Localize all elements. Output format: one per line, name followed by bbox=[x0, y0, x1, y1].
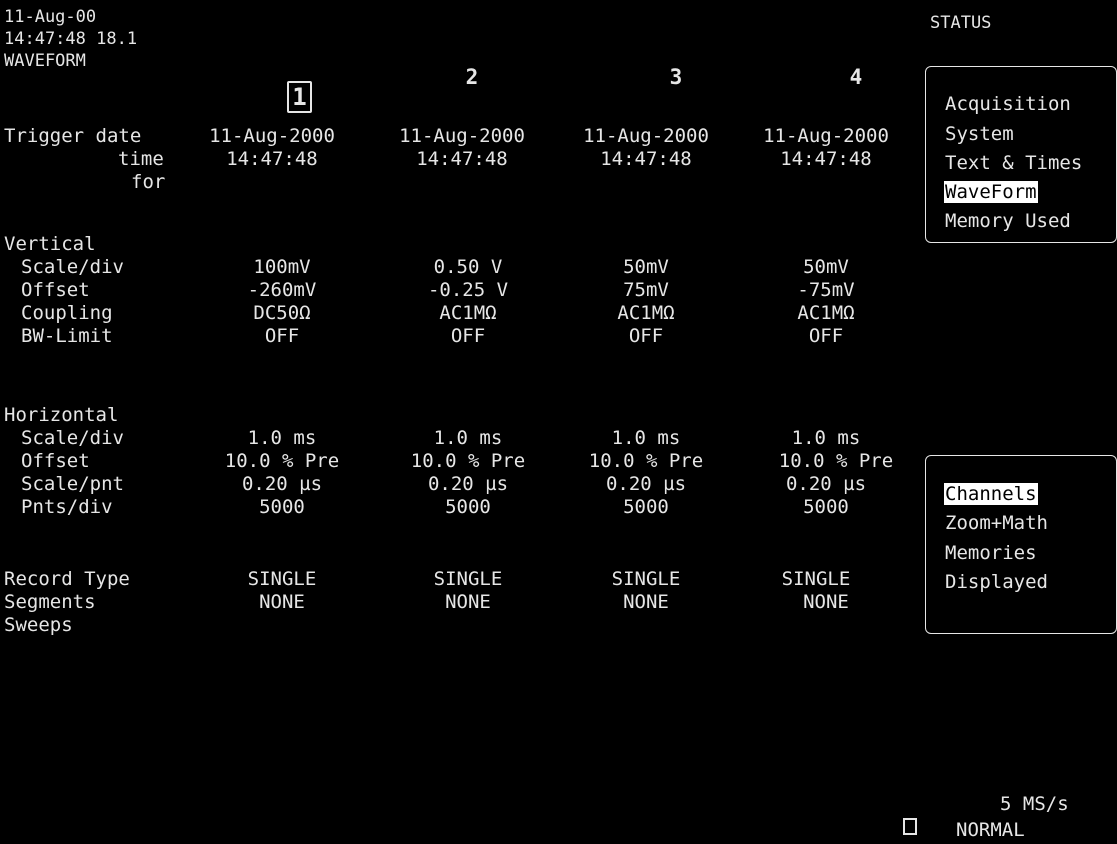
menu-zoom-math[interactable]: Zoom+Math bbox=[945, 512, 1048, 534]
label-trigger-time: time bbox=[118, 148, 164, 170]
value-v-scale: 0.50 V bbox=[433, 256, 503, 278]
value-h-pnts: 5000 bbox=[259, 496, 305, 518]
value-v-offset: 75mV bbox=[623, 279, 669, 301]
section-title: WAVEFORM bbox=[4, 51, 86, 71]
channel-header-3[interactable]: 3 bbox=[596, 66, 756, 88]
value-h-scale: 1.0 ms bbox=[791, 427, 861, 449]
value-trigger-time: 14:47:48 bbox=[416, 148, 508, 170]
label-vertical: Vertical bbox=[4, 233, 96, 255]
value-h-scale: 1.0 ms bbox=[433, 427, 503, 449]
value-trigger-date: 11-Aug-2000 bbox=[583, 125, 709, 147]
trigger-indicator-icon bbox=[903, 818, 917, 835]
value-segments: NONE bbox=[803, 591, 849, 613]
label-sweeps: Sweeps bbox=[4, 614, 73, 636]
menu-system[interactable]: System bbox=[945, 123, 1014, 145]
menu-channels[interactable]: Channels bbox=[944, 483, 1038, 505]
value-h-scale-pnt: 0.20 µs bbox=[241, 473, 323, 495]
value-v-offset: -75mV bbox=[797, 279, 855, 301]
menu-acquisition[interactable]: Acquisition bbox=[945, 93, 1071, 115]
value-trigger-time: 14:47:48 bbox=[780, 148, 872, 170]
channel-header-2[interactable]: 2 bbox=[392, 66, 552, 88]
value-trigger-date: 11-Aug-2000 bbox=[399, 125, 525, 147]
status-title: STATUS bbox=[930, 13, 992, 33]
label-h-offset: Offset bbox=[21, 450, 90, 472]
sample-rate: 5 MS/s bbox=[1000, 793, 1069, 815]
time-readout: 14:47:48 18.1 bbox=[4, 29, 138, 49]
status-menu: Acquisition System Text & Times WaveForm… bbox=[925, 66, 1117, 243]
value-h-offset: 10.0 % Pre bbox=[410, 450, 526, 472]
value-v-coupling: AC1MΩ bbox=[439, 302, 497, 324]
value-segments: NONE bbox=[623, 591, 669, 613]
label-segments: Segments bbox=[4, 591, 96, 613]
value-trigger-time: 14:47:48 bbox=[226, 148, 318, 170]
value-h-pnts: 5000 bbox=[623, 496, 669, 518]
label-v-bw: BW-Limit bbox=[21, 325, 113, 347]
value-record-type: SINGLE bbox=[611, 568, 681, 590]
label-h-scale: Scale/div bbox=[21, 427, 124, 449]
value-segments: NONE bbox=[445, 591, 491, 613]
value-v-bw: OFF bbox=[450, 325, 486, 347]
value-segments: NONE bbox=[259, 591, 305, 613]
value-v-offset: -0.25 V bbox=[427, 279, 509, 301]
value-v-coupling: AC1MΩ bbox=[617, 302, 675, 324]
menu-displayed[interactable]: Displayed bbox=[945, 571, 1048, 593]
value-h-scale: 1.0 ms bbox=[611, 427, 681, 449]
label-trigger-for: for bbox=[131, 171, 166, 193]
label-horizontal: Horizontal bbox=[4, 404, 119, 426]
value-v-scale: 100mV bbox=[253, 256, 311, 278]
value-v-bw: OFF bbox=[264, 325, 300, 347]
menu-text-times[interactable]: Text & Times bbox=[945, 152, 1082, 174]
menu-memory-used[interactable]: Memory Used bbox=[945, 210, 1071, 232]
value-h-offset: 10.0 % Pre bbox=[588, 450, 704, 472]
display-menu: Channels Zoom+Math Memories Displayed bbox=[925, 455, 1117, 634]
value-record-type: SINGLE bbox=[781, 568, 851, 590]
value-h-pnts: 5000 bbox=[803, 496, 849, 518]
value-h-scale-pnt: 0.20 µs bbox=[785, 473, 867, 495]
value-h-offset: 10.0 % Pre bbox=[778, 450, 894, 472]
value-v-bw: OFF bbox=[808, 325, 844, 347]
label-record-type: Record Type bbox=[4, 568, 130, 590]
value-h-offset: 10.0 % Pre bbox=[224, 450, 340, 472]
value-record-type: SINGLE bbox=[247, 568, 317, 590]
channel-header-4[interactable]: 4 bbox=[776, 66, 936, 88]
label-v-offset: Offset bbox=[21, 279, 90, 301]
value-v-coupling: AC1MΩ bbox=[797, 302, 855, 324]
value-v-bw: OFF bbox=[628, 325, 664, 347]
value-trigger-date: 11-Aug-2000 bbox=[763, 125, 889, 147]
value-v-scale: 50mV bbox=[623, 256, 669, 278]
menu-waveform[interactable]: WaveForm bbox=[944, 181, 1038, 203]
value-trigger-time: 14:47:48 bbox=[600, 148, 692, 170]
value-h-scale: 1.0 ms bbox=[247, 427, 317, 449]
value-h-pnts: 5000 bbox=[445, 496, 491, 518]
channel-header-1[interactable]: 1 bbox=[208, 64, 368, 113]
label-v-scale: Scale/div bbox=[21, 256, 124, 278]
value-v-offset: -260mV bbox=[247, 279, 317, 301]
label-trigger-date: Trigger date bbox=[4, 125, 142, 147]
value-h-scale-pnt: 0.20 µs bbox=[605, 473, 687, 495]
value-h-scale-pnt: 0.20 µs bbox=[427, 473, 509, 495]
menu-memories[interactable]: Memories bbox=[945, 542, 1037, 564]
value-v-coupling: DC50Ω bbox=[253, 302, 311, 324]
value-record-type: SINGLE bbox=[433, 568, 503, 590]
value-trigger-date: 11-Aug-2000 bbox=[209, 125, 335, 147]
label-h-pnts: Pnts/div bbox=[21, 496, 113, 518]
value-v-scale: 50mV bbox=[803, 256, 849, 278]
date-readout: 11-Aug-00 bbox=[4, 7, 97, 27]
label-v-coupling: Coupling bbox=[21, 302, 113, 324]
trigger-mode: NORMAL bbox=[956, 819, 1025, 841]
label-h-scale-pnt: Scale/pnt bbox=[21, 473, 124, 495]
